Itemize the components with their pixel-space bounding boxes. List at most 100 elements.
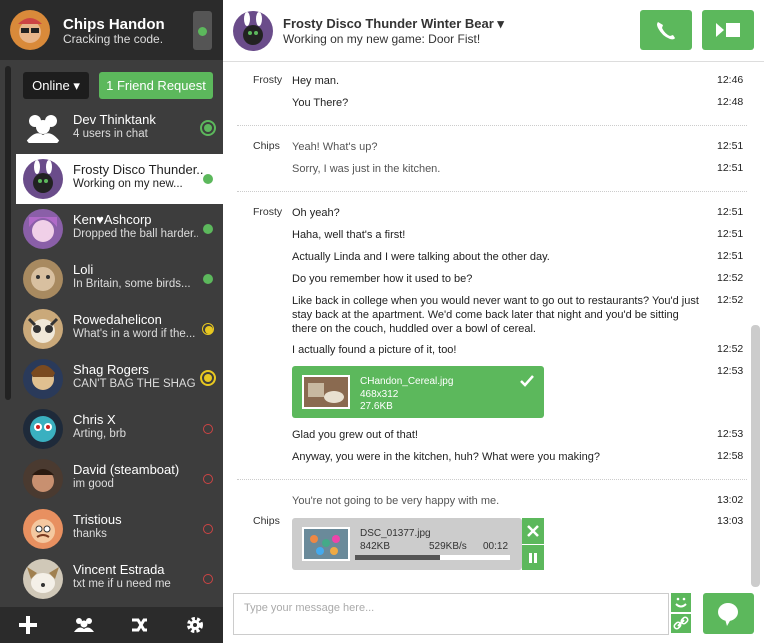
message-time: 12:46 bbox=[717, 74, 744, 86]
avatar bbox=[23, 259, 63, 299]
pause-icon bbox=[529, 553, 537, 563]
upload-eta: 00:12 bbox=[483, 541, 509, 552]
message-text: You There? bbox=[292, 97, 349, 109]
contact-item[interactable]: David (steamboat) im good bbox=[16, 454, 223, 504]
my-avatar[interactable] bbox=[10, 10, 50, 50]
divider bbox=[237, 479, 747, 480]
avatar bbox=[23, 309, 63, 349]
attach-link-button[interactable] bbox=[671, 614, 691, 633]
offline-indicator bbox=[203, 524, 213, 534]
online-indicator bbox=[203, 174, 213, 184]
away-indicator bbox=[200, 370, 216, 386]
contact-name: Dev Thinktank bbox=[73, 112, 156, 127]
avatar bbox=[23, 459, 63, 499]
file-upload: DSC_01377.jpg 842KB 529KB/s 00:12 bbox=[292, 518, 522, 570]
file-attachment[interactable]: CHandon_Cereal.jpg 468x312 27.6KB bbox=[292, 366, 544, 418]
message-time: 12:52 bbox=[717, 272, 744, 284]
sidebar-scrollbar[interactable] bbox=[5, 66, 11, 400]
avatar bbox=[23, 509, 63, 549]
message-time: 12:51 bbox=[717, 162, 744, 174]
contact-item[interactable]: Ken♥Ashcorp Dropped the ball harder... bbox=[16, 204, 223, 254]
avatar[interactable] bbox=[233, 11, 273, 51]
offline-indicator bbox=[203, 474, 213, 484]
contact-name: Vincent Estrada bbox=[73, 562, 165, 577]
chat-bubble-icon bbox=[718, 603, 738, 626]
contact-status: Arting, brb bbox=[73, 428, 127, 440]
message-text: Oh yeah? bbox=[292, 207, 340, 219]
divider bbox=[237, 125, 747, 126]
file-size: 842KB bbox=[360, 541, 391, 552]
contact-name: Tristious bbox=[73, 512, 122, 527]
group-icon bbox=[23, 109, 63, 149]
online-indicator bbox=[200, 120, 216, 136]
close-icon bbox=[527, 525, 539, 537]
contact-item-active[interactable]: Frosty Disco Thunder... Working on my ne… bbox=[16, 154, 223, 204]
file-dimensions: 468x312 bbox=[360, 389, 399, 400]
message-scrollbar[interactable] bbox=[751, 325, 760, 587]
check-icon bbox=[520, 374, 534, 392]
message-text: Like back in college when you would neve… bbox=[292, 295, 699, 335]
contact-item[interactable]: Loli In Britain, some birds... bbox=[16, 254, 223, 304]
message-time: 12:53 bbox=[717, 365, 744, 377]
chat-contact-name[interactable]: Frosty Disco Thunder Winter Bear ▾ bbox=[283, 16, 504, 32]
message-sender: Chips bbox=[253, 515, 280, 527]
contact-status: 4 users in chat bbox=[73, 128, 148, 140]
message-text: Haha, well that's a first! bbox=[292, 229, 406, 241]
cancel-upload-button[interactable] bbox=[522, 518, 544, 544]
contact-name: Ken♥Ashcorp bbox=[73, 212, 152, 227]
contact-item[interactable]: Shag Rogers CAN'T BAG THE SHAG bbox=[16, 354, 223, 404]
chat-contact-status: Working on my new game: Door Fist! bbox=[283, 32, 481, 46]
message-time: 12:48 bbox=[717, 96, 744, 108]
avatar bbox=[23, 159, 63, 199]
contact-status: im good bbox=[73, 478, 114, 490]
video-icon bbox=[716, 23, 740, 37]
message-text: Hey man. bbox=[292, 75, 340, 87]
voice-call-button[interactable] bbox=[640, 10, 692, 50]
profile-header: Chips Handon Cracking the code. bbox=[0, 0, 223, 60]
avatar bbox=[23, 559, 63, 599]
contact-name: Loli bbox=[73, 262, 94, 277]
message-list: Frosty Hey man. 12:46 You There? 12:48 C… bbox=[223, 62, 764, 592]
contact-name: Rowedahelicon bbox=[73, 312, 162, 327]
shuffle-icon[interactable] bbox=[128, 613, 152, 637]
message-text: Actually Linda and I were talking about … bbox=[292, 251, 550, 263]
message-text: I actually found a picture of it, too! bbox=[292, 344, 457, 356]
presence-toggle[interactable] bbox=[193, 11, 212, 50]
emoji-button[interactable] bbox=[671, 593, 691, 612]
users-icon[interactable] bbox=[72, 613, 96, 637]
contact-item[interactable]: Dev Thinktank 4 users in chat bbox=[16, 104, 223, 154]
friend-request-button[interactable]: 1 Friend Request bbox=[99, 72, 213, 99]
message-time: 12:53 bbox=[717, 428, 744, 440]
contact-name: Frosty Disco Thunder... bbox=[73, 162, 203, 177]
message-text: You're not going to be very happy with m… bbox=[292, 495, 500, 507]
message-time: 13:03 bbox=[717, 515, 744, 527]
presence-dropdown[interactable]: Online ▾ bbox=[23, 72, 89, 99]
phone-icon bbox=[657, 22, 675, 40]
gear-icon[interactable] bbox=[183, 613, 207, 637]
message-placeholder: Type your message here... bbox=[244, 602, 375, 614]
plus-icon[interactable] bbox=[16, 613, 40, 637]
avatar bbox=[23, 359, 63, 399]
contact-status: CAN'T BAG THE SHAG bbox=[73, 378, 196, 390]
contact-status: Dropped the ball harder... bbox=[73, 228, 198, 240]
message-time: 12:51 bbox=[717, 140, 744, 152]
smile-icon bbox=[675, 597, 687, 608]
attachment-thumbnail[interactable] bbox=[302, 375, 350, 409]
file-size: 27.6KB bbox=[360, 401, 393, 412]
contact-item[interactable]: Vincent Estrada txt me if u need me bbox=[16, 554, 223, 604]
message-input[interactable]: Type your message here... bbox=[233, 593, 669, 635]
progress-fill bbox=[355, 555, 441, 560]
contact-item[interactable]: Rowedahelicon What's in a word if the... bbox=[16, 304, 223, 354]
upload-thumbnail bbox=[302, 527, 350, 561]
message-time: 12:58 bbox=[717, 450, 744, 462]
video-call-button[interactable] bbox=[702, 10, 754, 50]
message-time: 12:52 bbox=[717, 294, 744, 306]
pause-upload-button[interactable] bbox=[522, 544, 544, 570]
send-button[interactable] bbox=[703, 593, 754, 634]
message-time: 13:02 bbox=[717, 494, 744, 506]
contact-item[interactable]: Tristious thanks bbox=[16, 504, 223, 554]
avatar bbox=[23, 209, 63, 249]
message-time: 12:51 bbox=[717, 250, 744, 262]
message-text: Anyway, you were in the kitchen, huh? Wh… bbox=[292, 451, 600, 463]
contact-item[interactable]: Chris X Arting, brb bbox=[16, 404, 223, 454]
